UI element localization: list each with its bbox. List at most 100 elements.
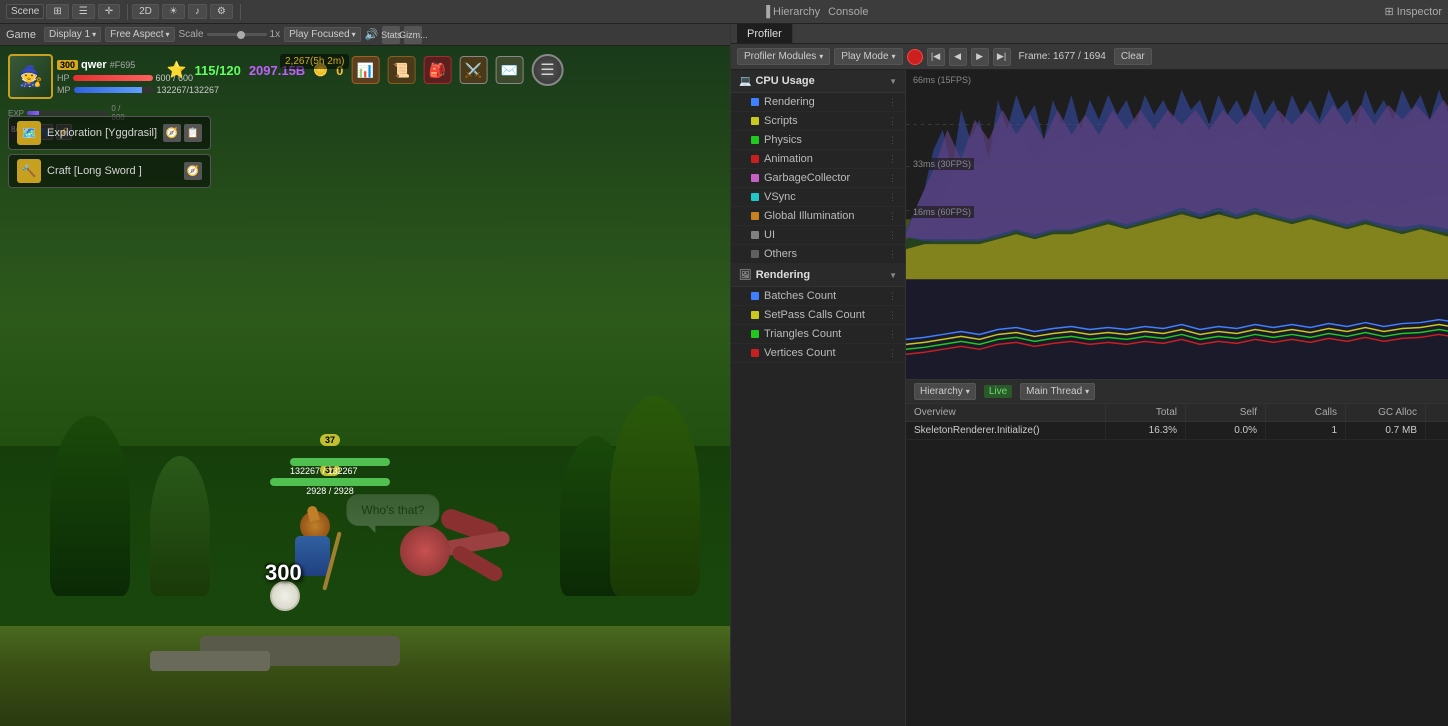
- module-batches[interactable]: Batches Count ⋮: [731, 287, 905, 306]
- module-vertices[interactable]: Vertices Count ⋮: [731, 344, 905, 363]
- module-ui[interactable]: UI ⋮: [731, 226, 905, 245]
- module-gc[interactable]: GarbageCollector ⋮: [731, 169, 905, 188]
- exp-fill: [27, 111, 39, 115]
- quest-tool-info[interactable]: 📋: [184, 124, 202, 142]
- audio-icon[interactable]: 🔊: [365, 28, 379, 41]
- toolbar-move-btn[interactable]: ✛: [98, 4, 120, 19]
- play-mode-btn[interactable]: Play Mode: [834, 48, 902, 65]
- module-setpass[interactable]: SetPass Calls Count ⋮: [731, 306, 905, 325]
- cpu-chart[interactable]: 66ms (15FPS) 33ms (30FPS) 16ms (60FPS): [906, 70, 1448, 280]
- vertices-label: Vertices Count: [764, 347, 836, 359]
- module-others[interactable]: Others ⋮: [731, 245, 905, 264]
- enemy-hp-text: 2928 / 2928: [270, 486, 390, 496]
- table-header: Overview Total Self Calls GC Alloc Time …: [906, 404, 1448, 422]
- td-calls: 1: [1266, 422, 1346, 439]
- toolbar-light-btn[interactable]: ☀: [162, 4, 185, 19]
- gc-dot: [751, 174, 759, 182]
- profiler-modules-btn[interactable]: Profiler Modules: [737, 48, 830, 65]
- rendering-section[interactable]: 🖼 Rendering ▼: [731, 264, 905, 287]
- module-rendering[interactable]: Rendering ⋮: [731, 93, 905, 112]
- toolbar-layout-btn[interactable]: ⊞: [46, 4, 68, 19]
- aspect-dropdown[interactable]: Free Aspect: [105, 27, 174, 42]
- enemy2-level: 37: [320, 434, 340, 446]
- mp-label: MP: [57, 85, 71, 95]
- display-dropdown[interactable]: Display 1: [44, 27, 101, 42]
- profiler-body: 💻 CPU Usage ▼ Rendering ⋮ Scripts ⋮: [731, 70, 1448, 726]
- skill-icon-chart[interactable]: 📊: [351, 56, 379, 84]
- record-btn[interactable]: [907, 49, 923, 65]
- scale-value: 1x: [270, 29, 281, 40]
- scale-slider[interactable]: [207, 33, 267, 36]
- ui-dot: [751, 231, 759, 239]
- tree-1: [50, 416, 130, 596]
- toolbar-audio-btn[interactable]: ♪: [188, 4, 207, 19]
- scene-tab-group[interactable]: Scene: [6, 4, 44, 19]
- skill-icon-sword[interactable]: ⚔️: [459, 56, 487, 84]
- profiler-table: Overview Total Self Calls GC Alloc Time …: [906, 404, 1448, 726]
- scene-tab[interactable]: Scene: [7, 5, 43, 18]
- inspector-tab-btn[interactable]: ⊞ Inspector: [1384, 5, 1442, 18]
- ui-label: UI: [764, 229, 775, 241]
- others-label: Others: [764, 248, 797, 260]
- skill-icon-scroll[interactable]: 📜: [387, 56, 415, 84]
- cpu-usage-section[interactable]: 💻 CPU Usage ▼: [731, 70, 905, 93]
- table-row[interactable]: SkeletonRenderer.Initialize() 16.3% 0.0%…: [906, 422, 1448, 440]
- profiler-tab[interactable]: Profiler: [737, 24, 793, 43]
- gizmos-btn[interactable]: Gizm...: [404, 26, 422, 44]
- quest-tool-nav[interactable]: 🧭: [163, 124, 181, 142]
- module-triangles[interactable]: Triangles Count ⋮: [731, 325, 905, 344]
- menu-button[interactable]: ☰: [531, 54, 563, 86]
- go-start-btn[interactable]: |◀: [927, 48, 945, 66]
- top-toolbar: Scene ⊞ ☰ ✛ 2D ☀ ♪ ⚙ ▐ Hierarchy Console…: [0, 0, 1448, 24]
- physics-dot: [751, 136, 759, 144]
- rendering-chart[interactable]: [906, 280, 1448, 380]
- toolbar-2d-btn[interactable]: 2D: [132, 4, 159, 19]
- setpass-label: SetPass Calls Count: [764, 309, 865, 321]
- module-vsync[interactable]: VSync ⋮: [731, 188, 905, 207]
- profiler-lower: Hierarchy Live Main Thread CPU:165.44ms …: [906, 380, 1448, 726]
- skill-icon-letter[interactable]: ✉️: [495, 56, 523, 84]
- thread-dropdown[interactable]: Main Thread: [1020, 383, 1095, 400]
- gi-label: Global Illumination: [764, 210, 855, 222]
- profiler-tab-strip: Profiler: [731, 24, 1448, 44]
- scripts-drag: ⋮: [888, 116, 897, 127]
- th-gcalloc: GC Alloc: [1346, 404, 1426, 421]
- stats-btn[interactable]: Stats: [382, 26, 400, 44]
- toolbar-gizmos-btn[interactable]: ⚙: [210, 4, 233, 19]
- vsync-label: VSync: [764, 191, 796, 203]
- hierarchy-tab-btn[interactable]: ▐ Hierarchy: [762, 6, 820, 18]
- clear-btn[interactable]: Clear: [1114, 48, 1152, 65]
- step-forward-btn[interactable]: ▶: [971, 48, 989, 66]
- setpass-dot: [751, 311, 759, 319]
- mp-bar: [74, 87, 154, 93]
- module-scripts[interactable]: Scripts ⋮: [731, 112, 905, 131]
- enemy-character: [380, 506, 480, 606]
- skill-icon-bag[interactable]: 🎒: [423, 56, 451, 84]
- physics-label: Physics: [764, 134, 802, 146]
- rendering-drag: ⋮: [888, 97, 897, 108]
- enemy2-hp-area: 132267 / 132267: [290, 458, 390, 476]
- toolbar-hand-btn[interactable]: ☰: [72, 4, 95, 19]
- play-focused-dropdown[interactable]: Play Focused: [284, 27, 361, 42]
- rendering-chart-svg: [906, 280, 1448, 379]
- triangles-drag: ⋮: [888, 329, 897, 340]
- mp-bar-row: MP 132267/132267: [57, 85, 219, 95]
- enemy-hp-fill: [270, 478, 390, 486]
- module-animation[interactable]: Animation ⋮: [731, 150, 905, 169]
- go-end-btn[interactable]: ▶|: [993, 48, 1011, 66]
- gi-drag: ⋮: [888, 211, 897, 222]
- ui-drag: ⋮: [888, 230, 897, 241]
- th-total: Total: [1106, 404, 1186, 421]
- module-gi[interactable]: Global Illumination ⋮: [731, 207, 905, 226]
- hierarchy-dropdown[interactable]: Hierarchy: [914, 383, 976, 400]
- th-timems[interactable]: Time ms ▲: [1426, 404, 1448, 421]
- console-tab-btn[interactable]: Console: [828, 6, 868, 18]
- quest-tool-nav-2[interactable]: 🧭: [184, 162, 202, 180]
- rendering-dot: [751, 98, 759, 106]
- scripts-dot: [751, 117, 759, 125]
- tree-2: [150, 456, 210, 596]
- right-panel: Profiler Profiler Modules Play Mode |◀ ◀…: [730, 24, 1448, 726]
- module-physics[interactable]: Physics ⋮: [731, 131, 905, 150]
- player-avatar: 🧙: [8, 54, 53, 99]
- step-back-btn[interactable]: ◀: [949, 48, 967, 66]
